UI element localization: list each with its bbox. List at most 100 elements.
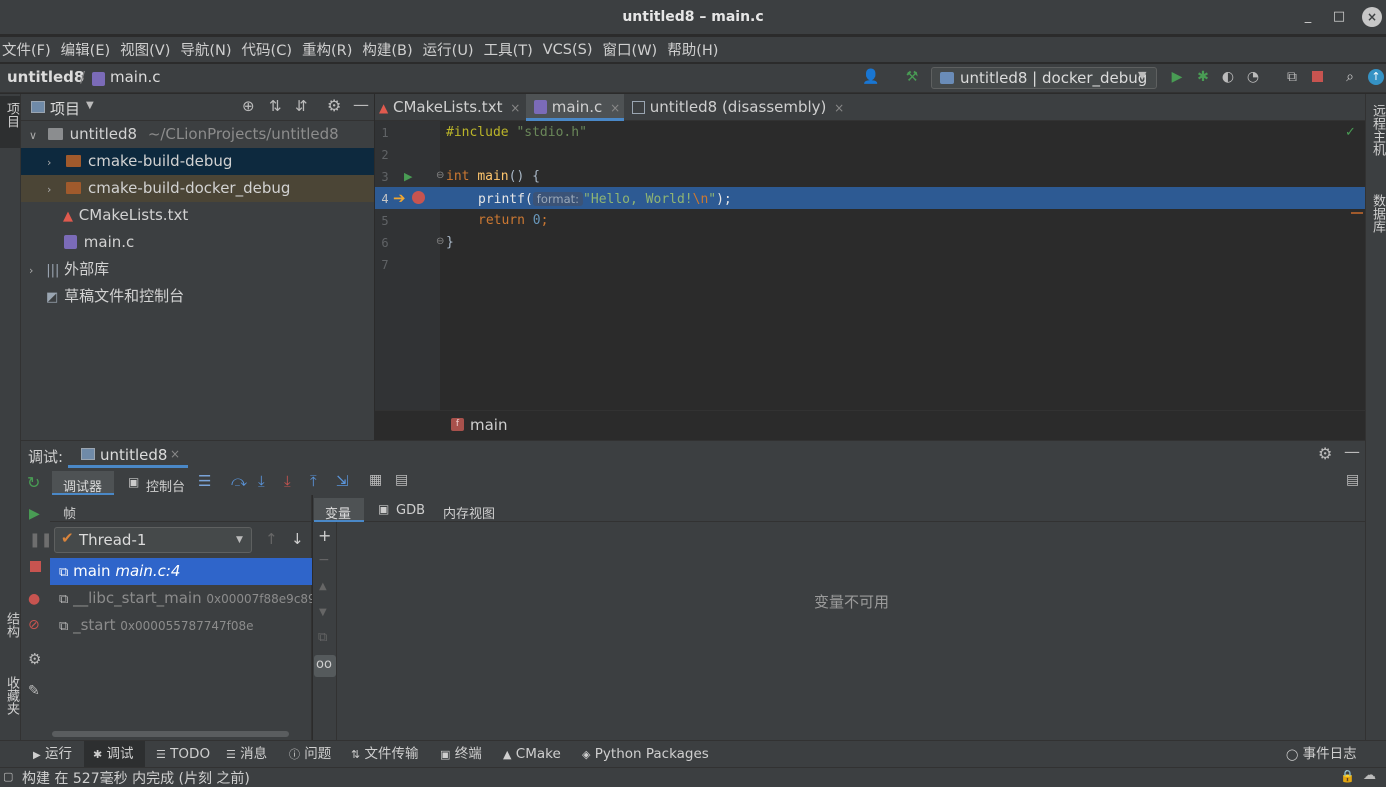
close-icon[interactable]: × bbox=[510, 101, 520, 115]
rerun-icon[interactable]: ↻ bbox=[27, 473, 40, 492]
nav-project[interactable]: untitled8 bbox=[7, 68, 84, 86]
step-out-icon[interactable]: ⤒ bbox=[310, 472, 317, 490]
tab-memory-view[interactable]: 内存视图 bbox=[443, 503, 495, 522]
mute-breakpoints-icon[interactable]: ⊘ bbox=[28, 617, 40, 633]
user-icon[interactable]: 👤 bbox=[862, 68, 880, 86]
tool-tab-python-packages[interactable]: ◈ Python Packages bbox=[582, 741, 709, 768]
tool-window-remote-host[interactable]: 远程主机 bbox=[1368, 104, 1386, 156]
search-icon[interactable]: ⌕ bbox=[1341, 68, 1359, 86]
previous-frame-icon[interactable]: ↑ bbox=[265, 530, 278, 548]
tab-console[interactable]: 控制台 bbox=[146, 476, 185, 495]
minimize-button[interactable]: _ bbox=[1298, 7, 1318, 27]
menu-help[interactable]: 帮助(H) bbox=[665, 39, 722, 60]
close-icon[interactable]: × bbox=[610, 101, 620, 115]
update-icon[interactable]: ↑ bbox=[1368, 69, 1384, 85]
close-icon[interactable]: × bbox=[170, 447, 180, 461]
build-hammer-icon[interactable]: ⚒ bbox=[903, 68, 921, 86]
tool-window-database[interactable]: 数据库 bbox=[1368, 194, 1386, 233]
tree-root[interactable]: ∨ untitled8 ~/CLionProjects/untitled8 bbox=[21, 121, 374, 148]
tool-tab-run[interactable]: ▶ 运行 bbox=[33, 741, 72, 768]
tool-tab-problems[interactable]: ⓘ 问题 bbox=[289, 741, 331, 768]
tree-item-cmake-build-debug[interactable]: › cmake-build-debug bbox=[21, 148, 374, 175]
force-step-into-icon[interactable]: ⤓ bbox=[284, 472, 291, 490]
view-breakpoints-icon[interactable]: ● bbox=[28, 591, 40, 607]
tree-item-cmake-build-docker-debug[interactable]: › cmake-build-docker_debug bbox=[21, 175, 374, 202]
menu-edit[interactable]: 编辑(E) bbox=[59, 39, 114, 60]
menu-tools[interactable]: 工具(T) bbox=[482, 39, 537, 60]
breakpoint-icon[interactable] bbox=[412, 191, 425, 204]
pin-icon[interactable]: ✎ bbox=[28, 683, 40, 699]
tab-main-c[interactable]: main.c × bbox=[534, 94, 620, 121]
hide-panel-icon[interactable]: — bbox=[353, 95, 369, 114]
horizontal-scrollbar[interactable] bbox=[52, 731, 289, 737]
tab-cmakelists[interactable]: ▲ CMakeLists.txt × bbox=[379, 94, 520, 121]
inspection-ok-icon[interactable]: ✓ bbox=[1345, 125, 1356, 140]
menu-file[interactable]: 文件(F) bbox=[0, 39, 55, 60]
tool-tab-cmake[interactable]: ▲ CMake bbox=[503, 741, 561, 768]
menu-window[interactable]: 窗口(W) bbox=[601, 39, 662, 60]
close-icon[interactable]: × bbox=[834, 101, 844, 115]
tool-tab-terminal[interactable]: ▣ 终端 bbox=[440, 741, 482, 768]
menu-run[interactable]: 运行(U) bbox=[421, 39, 478, 60]
tree-item-scratches[interactable]: ◩ 草稿文件和控制台 bbox=[21, 283, 374, 310]
breadcrumb-main[interactable]: main bbox=[470, 416, 507, 434]
frame-row[interactable]: ⧉ main main.c:4 bbox=[50, 558, 312, 585]
copy-icon[interactable]: ⧉ bbox=[318, 630, 327, 645]
step-over-icon[interactable]: ⤼ bbox=[231, 472, 247, 490]
run-gutter-icon[interactable]: ▶ bbox=[404, 170, 412, 183]
code-editor[interactable] bbox=[441, 121, 1365, 410]
run-configuration-select[interactable]: untitled8 | docker_debug bbox=[931, 67, 1157, 89]
run-icon[interactable]: ▶ bbox=[1168, 68, 1186, 86]
remove-watch-icon[interactable]: − bbox=[318, 552, 330, 568]
step-into-icon[interactable]: ⤓ bbox=[258, 472, 265, 490]
settings-gear-icon[interactable]: ⚙ bbox=[1318, 444, 1332, 463]
tab-gdb[interactable]: GDB bbox=[396, 503, 425, 518]
tree-item-external-libs[interactable]: › ||| 外部库 bbox=[21, 256, 374, 283]
menu-view[interactable]: 视图(V) bbox=[118, 39, 174, 60]
tool-tab-debug[interactable]: ✱ 调试 bbox=[93, 741, 134, 768]
notifications-icon[interactable]: ☁ bbox=[1363, 768, 1376, 783]
add-watch-icon[interactable]: + bbox=[318, 526, 331, 545]
debug-bug-icon[interactable]: ✱ bbox=[1194, 68, 1212, 86]
expand-all-icon[interactable]: ⇅ bbox=[269, 97, 282, 115]
tool-tab-event-log[interactable]: ◯ 事件日志 bbox=[1286, 741, 1357, 768]
move-up-icon[interactable]: ▲ bbox=[319, 581, 327, 592]
tool-window-project[interactable]: 项目 bbox=[2, 102, 21, 128]
restore-layout-icon[interactable]: ▤ bbox=[1346, 472, 1359, 488]
tool-window-structure[interactable]: 结构 bbox=[2, 612, 21, 638]
run-to-cursor-icon[interactable]: ⇲ bbox=[336, 472, 349, 490]
profile-icon[interactable]: ◔ bbox=[1244, 68, 1262, 86]
status-message[interactable]: 构建 在 527毫秒 内完成 (片刻 之前) bbox=[22, 768, 250, 787]
tool-window-favorites[interactable]: 收藏夹 bbox=[2, 676, 21, 715]
tool-tab-file-transfer[interactable]: ⇅ 文件传输 bbox=[351, 741, 419, 768]
menu-build[interactable]: 构建(B) bbox=[360, 39, 416, 60]
tree-item-main-c[interactable]: main.c bbox=[21, 229, 374, 256]
fold-end-icon[interactable]: ⊖ bbox=[436, 236, 444, 247]
frame-row[interactable]: ⧉ _start 0x000055787747f08e bbox=[50, 612, 312, 639]
hide-panel-icon[interactable]: — bbox=[1344, 442, 1360, 461]
menu-navigate[interactable]: 导航(N) bbox=[178, 39, 235, 60]
frame-row[interactable]: ⧉ __libc_start_main 0x00007f88e9c890 bbox=[50, 585, 312, 612]
menu-vcs[interactable]: VCS(S) bbox=[541, 42, 597, 58]
tree-item-cmakelists[interactable]: ▲ CMakeLists.txt bbox=[21, 202, 374, 229]
stop-icon[interactable] bbox=[1312, 71, 1323, 82]
tool-tab-messages[interactable]: ☰ 消息 bbox=[226, 741, 267, 768]
settings-gear-icon[interactable]: ⚙ bbox=[28, 650, 41, 668]
next-frame-icon[interactable]: ↓ bbox=[291, 530, 304, 548]
frames-list-icon[interactable]: ☰ bbox=[198, 472, 211, 490]
menu-refactor[interactable]: 重构(R) bbox=[300, 39, 356, 60]
attach-icon[interactable]: ⧉ bbox=[1283, 68, 1301, 86]
tool-tab-todo[interactable]: ☰ TODO bbox=[156, 741, 210, 768]
lock-icon[interactable]: 🔒 bbox=[1340, 769, 1355, 783]
project-panel-title[interactable]: 项目 bbox=[50, 98, 80, 119]
pause-icon[interactable]: ❚❚ bbox=[29, 532, 52, 548]
resume-icon[interactable]: ▶ bbox=[29, 506, 40, 522]
maximize-button[interactable]: □ bbox=[1329, 7, 1349, 27]
view-dropdown-icon[interactable]: ▼ bbox=[86, 100, 94, 111]
settings-gear-icon[interactable]: ⚙ bbox=[327, 96, 341, 115]
move-down-icon[interactable]: ▼ bbox=[319, 607, 327, 618]
tab-disassembly[interactable]: untitled8 (disassembly) × bbox=[632, 94, 844, 121]
layout-icon[interactable]: ▤ bbox=[395, 472, 408, 488]
fold-icon[interactable]: ⊖ bbox=[436, 170, 444, 181]
toggle-tool-windows-icon[interactable]: ▢ bbox=[3, 770, 13, 783]
